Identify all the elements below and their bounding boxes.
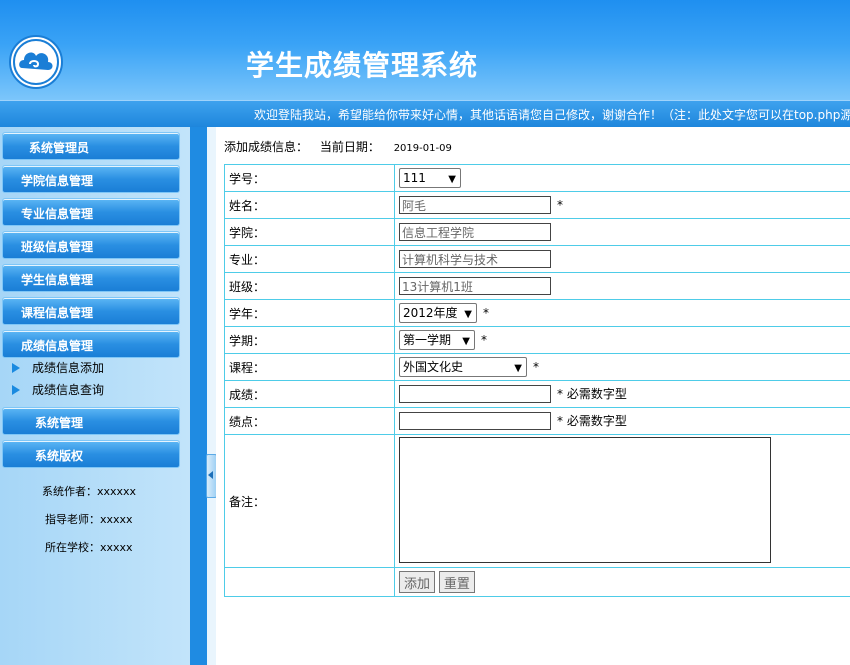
name-input[interactable] <box>399 196 551 214</box>
form-row-gpa: 绩点： * 必需数字型 <box>224 407 850 435</box>
college-label: 学院： <box>224 218 395 246</box>
dropdown-arrow-icon: ▼ <box>448 174 456 185</box>
menu-label: 班级信息管理 <box>21 240 94 254</box>
menu-class-info[interactable]: 班级信息管理 <box>2 231 180 259</box>
major-input[interactable] <box>399 250 551 268</box>
form-row-course: 课程： 外国文化史 ▼ * <box>224 353 850 381</box>
required-mark: * <box>557 197 563 212</box>
year-value: 2012年度 <box>403 306 458 320</box>
form-row-remark: 备注： <box>224 434 850 568</box>
term-value: 第一学期 <box>403 333 452 347</box>
cloud-logo-icon <box>9 35 63 89</box>
menu-label: 成绩信息管理 <box>21 339 94 353</box>
menu-label: 系统管理 <box>35 416 84 430</box>
menu-system-admin[interactable]: 系统管理员 <box>2 132 180 160</box>
term-select[interactable]: 第一学期 ▼ <box>399 330 475 350</box>
score-input[interactable] <box>399 385 551 404</box>
form-row-term: 学期： 第一学期 ▼ * <box>224 326 850 354</box>
score-label: 成绩： <box>224 380 395 408</box>
course-label: 课程： <box>224 353 395 381</box>
college-input[interactable] <box>399 223 551 241</box>
form-heading: 添加成绩信息： <box>224 140 309 154</box>
menu-label: 专业信息管理 <box>21 207 94 221</box>
numeric-hint: * 必需数字型 <box>557 386 627 401</box>
required-mark: * <box>483 305 489 320</box>
sub-item-query-score[interactable]: 成绩信息查询 <box>12 381 104 399</box>
sub-item-label: 成绩信息查询 <box>32 383 105 397</box>
sub-item-add-score[interactable]: 成绩信息添加 <box>12 359 104 377</box>
sidebar-divider <box>190 127 207 665</box>
school-info: 所在学校：xxxxx <box>45 541 133 554</box>
class-label: 班级： <box>224 272 395 300</box>
form-row-class: 班级： <box>224 272 850 300</box>
arrow-right-icon <box>12 363 20 373</box>
form-row-name: 姓名： * <box>224 191 850 219</box>
menu-system-manage[interactable]: 系统管理 <box>2 407 180 435</box>
menu-copyright[interactable]: 系统版权 <box>2 440 180 468</box>
menu-student-info[interactable]: 学生信息管理 <box>2 264 180 292</box>
year-label: 学年： <box>224 299 395 327</box>
empty-cell <box>224 567 395 597</box>
student-id-select[interactable]: 111 ▼ <box>399 168 461 188</box>
current-date: 2019-01-09 <box>393 143 452 154</box>
dropdown-arrow-icon: ▼ <box>514 363 522 374</box>
required-mark: * <box>533 359 539 374</box>
menu-label: 系统版权 <box>35 449 84 463</box>
menu-major-info[interactable]: 专业信息管理 <box>2 198 180 226</box>
form-row-student-id: 学号： 111 ▼ <box>224 164 850 192</box>
gpa-label: 绩点： <box>224 407 395 435</box>
score-form: 学号： 111 ▼ 姓名： * 学院： 专业： 班级： 学年： 2012年度 ▼ * <box>224 164 850 597</box>
menu-college-info[interactable]: 学院信息管理 <box>2 165 180 193</box>
course-value: 外国文化史 <box>403 360 464 374</box>
sidebar: 系统管理员 学院信息管理 专业信息管理 班级信息管理 学生信息管理 课程信息管理… <box>0 127 190 665</box>
menu-label: 学生信息管理 <box>21 273 94 287</box>
course-select[interactable]: 外国文化史 ▼ <box>399 357 527 377</box>
student-id-value: 111 <box>403 171 426 185</box>
form-row-major: 专业： <box>224 245 850 273</box>
collapse-arrow-icon <box>208 471 213 479</box>
author-info: 系统作者：xxxxxx <box>42 485 137 498</box>
form-row-year: 学年： 2012年度 ▼ * <box>224 299 850 327</box>
marquee-text: 欢迎登陆我站，希望能给你带来好心情，其他话语请您自己修改，谢谢合作！（注：此处文… <box>254 108 850 122</box>
remark-label: 备注： <box>224 434 395 568</box>
sidebar-divider-light <box>207 127 216 665</box>
form-row-college: 学院： <box>224 218 850 246</box>
reset-button[interactable]: 重置 <box>438 571 475 593</box>
name-label: 姓名： <box>224 191 395 219</box>
major-label: 专业： <box>224 245 395 273</box>
menu-label: 系统管理员 <box>29 141 90 155</box>
menu-course-info[interactable]: 课程信息管理 <box>2 297 180 325</box>
header: 学生成绩管理系统 <box>0 0 850 100</box>
required-mark: * <box>481 332 487 347</box>
arrow-right-icon <box>12 385 20 395</box>
main-content: 添加成绩信息： 当前日期： 2019-01-09 学号： 111 ▼ 姓名： * … <box>216 127 850 665</box>
menu-label: 学院信息管理 <box>21 174 94 188</box>
menu-score-info[interactable]: 成绩信息管理 <box>2 330 180 358</box>
advisor-info: 指导老师：xxxxx <box>45 513 133 526</box>
dropdown-arrow-icon: ▼ <box>464 309 472 320</box>
welcome-marquee: 欢迎登陆我站，希望能给你带来好心情，其他话语请您自己修改，谢谢合作！（注：此处文… <box>0 100 850 127</box>
form-header: 添加成绩信息： 当前日期： 2019-01-09 <box>224 138 452 155</box>
numeric-hint: * 必需数字型 <box>557 413 627 428</box>
dropdown-arrow-icon: ▼ <box>462 336 470 347</box>
year-select[interactable]: 2012年度 ▼ <box>399 303 477 323</box>
form-row-score: 成绩： * 必需数字型 <box>224 380 850 408</box>
date-label: 当前日期： <box>319 140 380 154</box>
student-id-label: 学号： <box>224 164 395 192</box>
form-row-actions: 添加 重置 <box>224 567 850 597</box>
remark-textarea[interactable] <box>399 437 771 563</box>
gpa-input[interactable] <box>399 412 551 431</box>
add-button[interactable]: 添加 <box>399 571 436 593</box>
class-input[interactable] <box>399 277 551 295</box>
sub-item-label: 成绩信息添加 <box>32 361 105 375</box>
system-title: 学生成绩管理系统 <box>246 49 479 82</box>
term-label: 学期： <box>224 326 395 354</box>
menu-label: 课程信息管理 <box>21 306 94 320</box>
